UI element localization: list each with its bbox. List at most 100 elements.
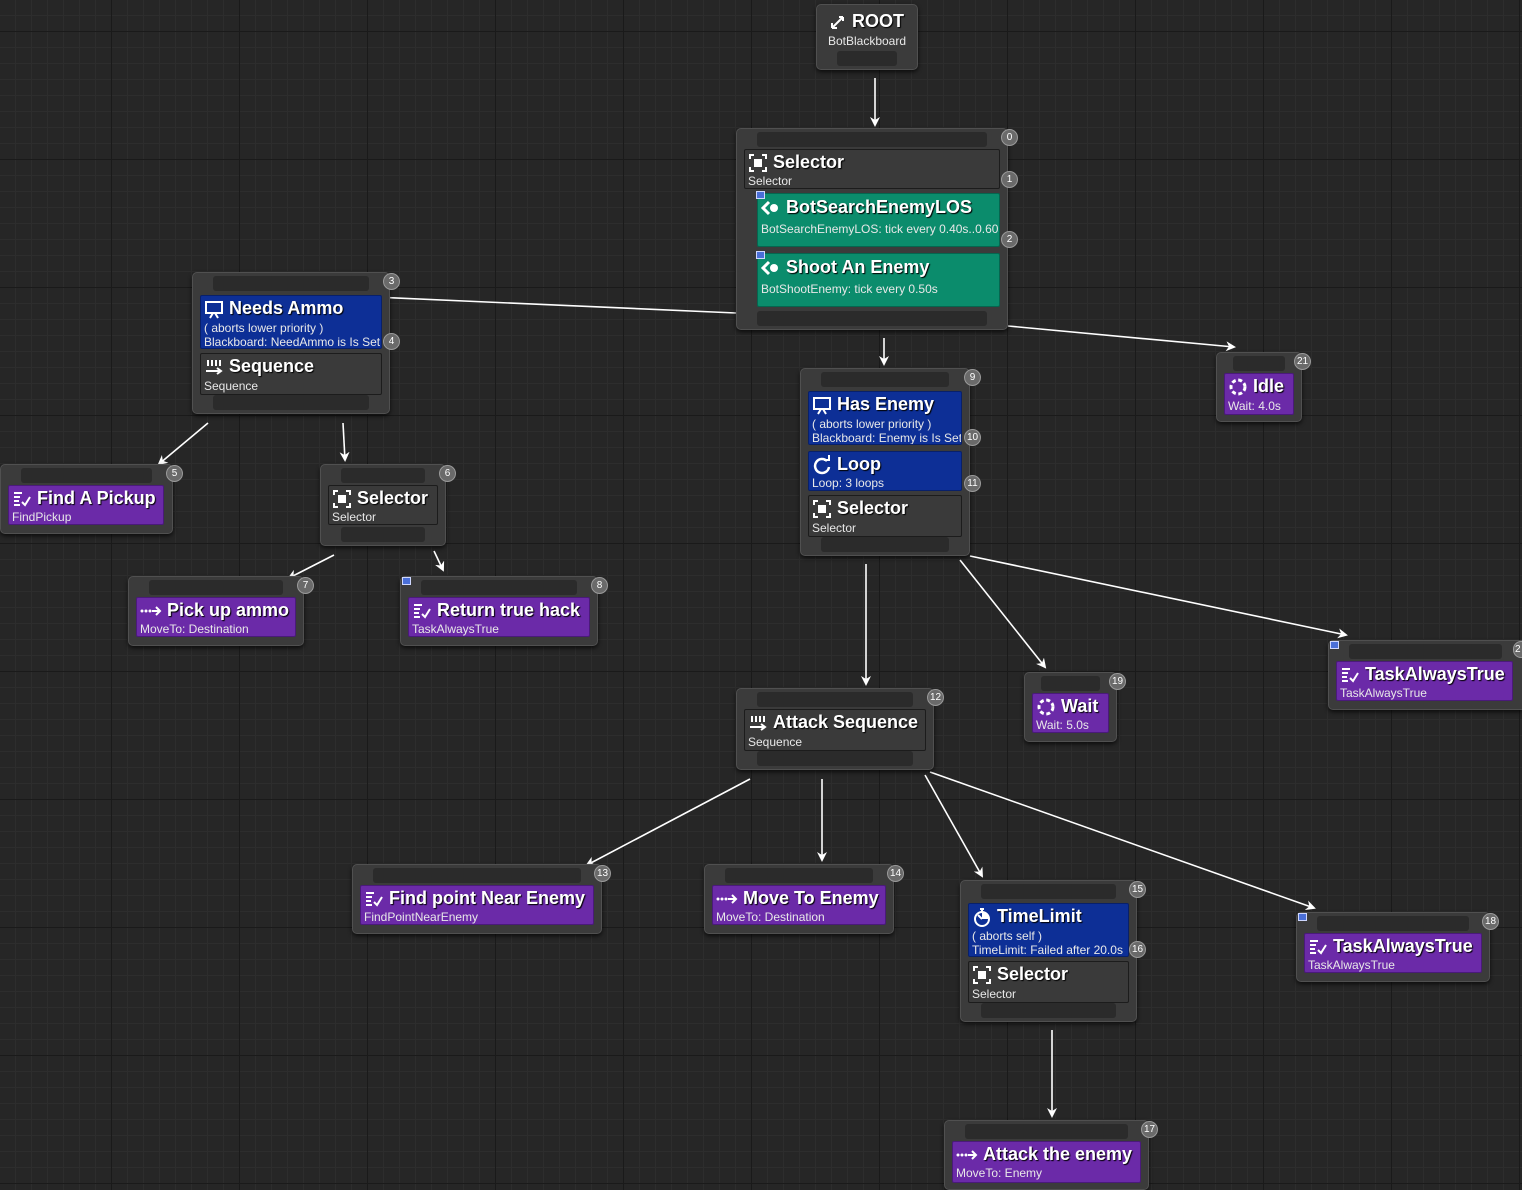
service1-flag <box>756 191 765 199</box>
has-enemy-selector-title: Selector <box>837 498 909 518</box>
ammo-selector-input-pin[interactable] <box>341 468 425 483</box>
selector-icon <box>813 499 831 518</box>
task-always-true-20[interactable]: TaskAlwaysTrue TaskAlwaysTrue <box>1336 661 1513 701</box>
task-always-true-20-title: TaskAlwaysTrue <box>1365 664 1505 684</box>
task-return-true-hack[interactable]: Return true hack TaskAlwaysTrue <box>408 597 590 637</box>
service-shoot-an-enemy[interactable]: Shoot An Enemy BotShootEnemy: tick every… <box>757 253 1000 307</box>
task-attack-the-enemy[interactable]: Attack the enemy MoveTo: Enemy <box>952 1141 1141 1183</box>
blackboard-icon <box>205 300 223 319</box>
sequence-icon <box>206 359 223 375</box>
move-to-enemy-title: Move To Enemy <box>743 888 879 908</box>
return-true-title: Return true hack <box>437 600 581 620</box>
ammo-selector-node[interactable]: Selector Selector <box>320 464 446 546</box>
attack-the-enemy-node[interactable]: Attack the enemy MoveTo: Enemy <box>944 1120 1149 1190</box>
index-badge-18: 18 <box>1482 913 1499 930</box>
needs-ammo-output-pin[interactable] <box>213 395 369 410</box>
move-to-enemy-input-pin[interactable] <box>725 868 873 883</box>
task-always-true-20-flag <box>1330 641 1339 649</box>
decorator-needs-ammo[interactable]: Needs Ammo ( aborts lower priority ) Bla… <box>200 295 382 349</box>
decorator-has-enemy[interactable]: Has Enemy ( aborts lower priority ) Blac… <box>808 391 962 445</box>
index-badge-15: 15 <box>1129 881 1146 898</box>
has-enemy-input-pin[interactable] <box>821 372 949 387</box>
task-pick-up-ammo[interactable]: Pick up ammo MoveTo: Destination <box>136 597 296 637</box>
root-title: ROOT <box>852 11 904 31</box>
pick-up-ammo-title: Pick up ammo <box>167 600 290 620</box>
pick-up-ammo-input-pin[interactable] <box>149 580 283 595</box>
attack-sequence-node[interactable]: Attack Sequence Sequence <box>736 688 934 770</box>
service2-flag <box>756 251 765 259</box>
selector-icon <box>749 153 767 172</box>
time-limit-condition: TimeLimit: Failed after 20.0s <box>972 943 1123 957</box>
blackboard-icon <box>813 396 831 415</box>
return-true-hack-node[interactable]: Return true hack TaskAlwaysTrue <box>400 576 598 646</box>
task-always-true-18[interactable]: TaskAlwaysTrue TaskAlwaysTrue <box>1304 933 1482 973</box>
selector-icon <box>973 965 991 984</box>
task-idle[interactable]: Idle Wait: 4.0s <box>1224 373 1294 415</box>
wait-node[interactable]: Wait Wait: 5.0s <box>1024 672 1117 742</box>
ammo-selector-output-pin[interactable] <box>341 527 425 542</box>
index-badge-13: 13 <box>594 865 611 882</box>
has-enemy-condition: Blackboard: Enemy is Is Set <box>812 431 962 445</box>
idle-input-pin[interactable] <box>1233 356 1285 371</box>
move-to-icon <box>956 1149 978 1160</box>
task-move-to-enemy[interactable]: Move To Enemy MoveTo: Destination <box>712 885 886 925</box>
attack-enemy-input-pin[interactable] <box>965 1124 1128 1139</box>
has-enemy-aborts: ( aborts lower priority ) <box>812 417 932 431</box>
time-limit-node[interactable]: TimeLimit ( aborts self ) TimeLimit: Fai… <box>960 880 1137 1022</box>
has-enemy-output-pin[interactable] <box>821 537 949 552</box>
decorator-loop[interactable]: Loop Loop: 3 loops <box>808 451 962 491</box>
time-limit-input-pin[interactable] <box>981 884 1116 899</box>
has-enemy-node[interactable]: Has Enemy ( aborts lower priority ) Blac… <box>800 368 970 556</box>
index-badge-21: 21 <box>1294 353 1311 370</box>
decorator-time-limit[interactable]: TimeLimit ( aborts self ) TimeLimit: Fai… <box>968 903 1129 957</box>
root-node[interactable]: ROOT BotBlackboard <box>816 4 918 70</box>
main-selector-composite[interactable]: Selector Selector <box>744 149 1000 189</box>
attack-sequence-composite[interactable]: Attack Sequence Sequence <box>744 709 926 751</box>
find-pickup-input-pin[interactable] <box>21 468 152 483</box>
pick-up-ammo-subtitle: MoveTo: Destination <box>140 622 249 636</box>
pick-up-ammo-node[interactable]: Pick up ammo MoveTo: Destination <box>128 576 304 646</box>
main-selector-output-pin[interactable] <box>757 311 987 326</box>
task-always-true-20-input-pin[interactable] <box>1349 644 1502 659</box>
attack-sequence-input-pin[interactable] <box>757 692 913 707</box>
needs-ammo-input-pin[interactable] <box>213 276 369 291</box>
task-always-true-18-node[interactable]: TaskAlwaysTrue TaskAlwaysTrue <box>1296 912 1490 982</box>
attack-sequence-output-pin[interactable] <box>757 751 913 766</box>
find-point-near-enemy-node[interactable]: Find point Near Enemy FindPointNearEnemy <box>352 864 602 934</box>
needs-ammo-title: Needs Ammo <box>229 298 344 318</box>
service-icon <box>761 260 778 275</box>
task-always-true-20-subtitle: TaskAlwaysTrue <box>1340 686 1427 700</box>
edge-hasenemy-taskalwaystrue <box>969 555 1348 639</box>
time-limit-selector[interactable]: Selector Selector <box>968 961 1129 1003</box>
ammo-selector-composite[interactable]: Selector Selector <box>328 485 438 525</box>
find-pickup-title: Find A Pickup <box>37 488 156 508</box>
idle-node[interactable]: Idle Wait: 4.0s <box>1216 352 1302 422</box>
find-point-input-pin[interactable] <box>373 868 581 883</box>
service-bot-search-enemy-los[interactable]: BotSearchEnemyLOS BotSearchEnemyLOS: tic… <box>757 193 1000 247</box>
root-output-pin[interactable] <box>837 51 897 66</box>
task-wait[interactable]: Wait Wait: 5.0s <box>1032 693 1109 733</box>
needs-ammo-node[interactable]: Needs Ammo ( aborts lower priority ) Bla… <box>192 272 390 414</box>
task-always-true-20-node[interactable]: TaskAlwaysTrue TaskAlwaysTrue <box>1328 640 1522 710</box>
task-always-true-18-flag <box>1298 913 1307 921</box>
move-to-enemy-node[interactable]: Move To Enemy MoveTo: Destination <box>704 864 894 934</box>
task-find-point-near-enemy[interactable]: Find point Near Enemy FindPointNearEnemy <box>360 885 594 925</box>
time-limit-output-pin[interactable] <box>981 1003 1116 1018</box>
main-selector-title: Selector <box>773 152 845 172</box>
move-to-icon <box>716 893 738 904</box>
service2-title: Shoot An Enemy <box>786 257 930 277</box>
main-selector-input-pin[interactable] <box>757 132 987 147</box>
task-icon <box>1310 939 1327 955</box>
has-enemy-selector[interactable]: Selector Selector <box>808 495 962 537</box>
task-find-pickup[interactable]: Find A Pickup FindPickup <box>8 485 164 525</box>
find-pickup-node[interactable]: Find A Pickup FindPickup <box>0 464 173 534</box>
wait-input-pin[interactable] <box>1041 676 1100 691</box>
main-selector-node[interactable]: Selector Selector BotSearchEnemyLOS BotS… <box>736 128 1008 330</box>
index-badge-4: 4 <box>383 333 400 350</box>
return-true-input-pin[interactable] <box>421 580 577 595</box>
edge-attack-timelimit <box>924 774 983 878</box>
idle-title: Idle <box>1253 376 1285 396</box>
task-always-true-18-input-pin[interactable] <box>1317 916 1469 931</box>
needs-ammo-sequence[interactable]: Sequence Sequence <box>200 353 382 395</box>
task-always-true-18-subtitle: TaskAlwaysTrue <box>1308 958 1395 972</box>
